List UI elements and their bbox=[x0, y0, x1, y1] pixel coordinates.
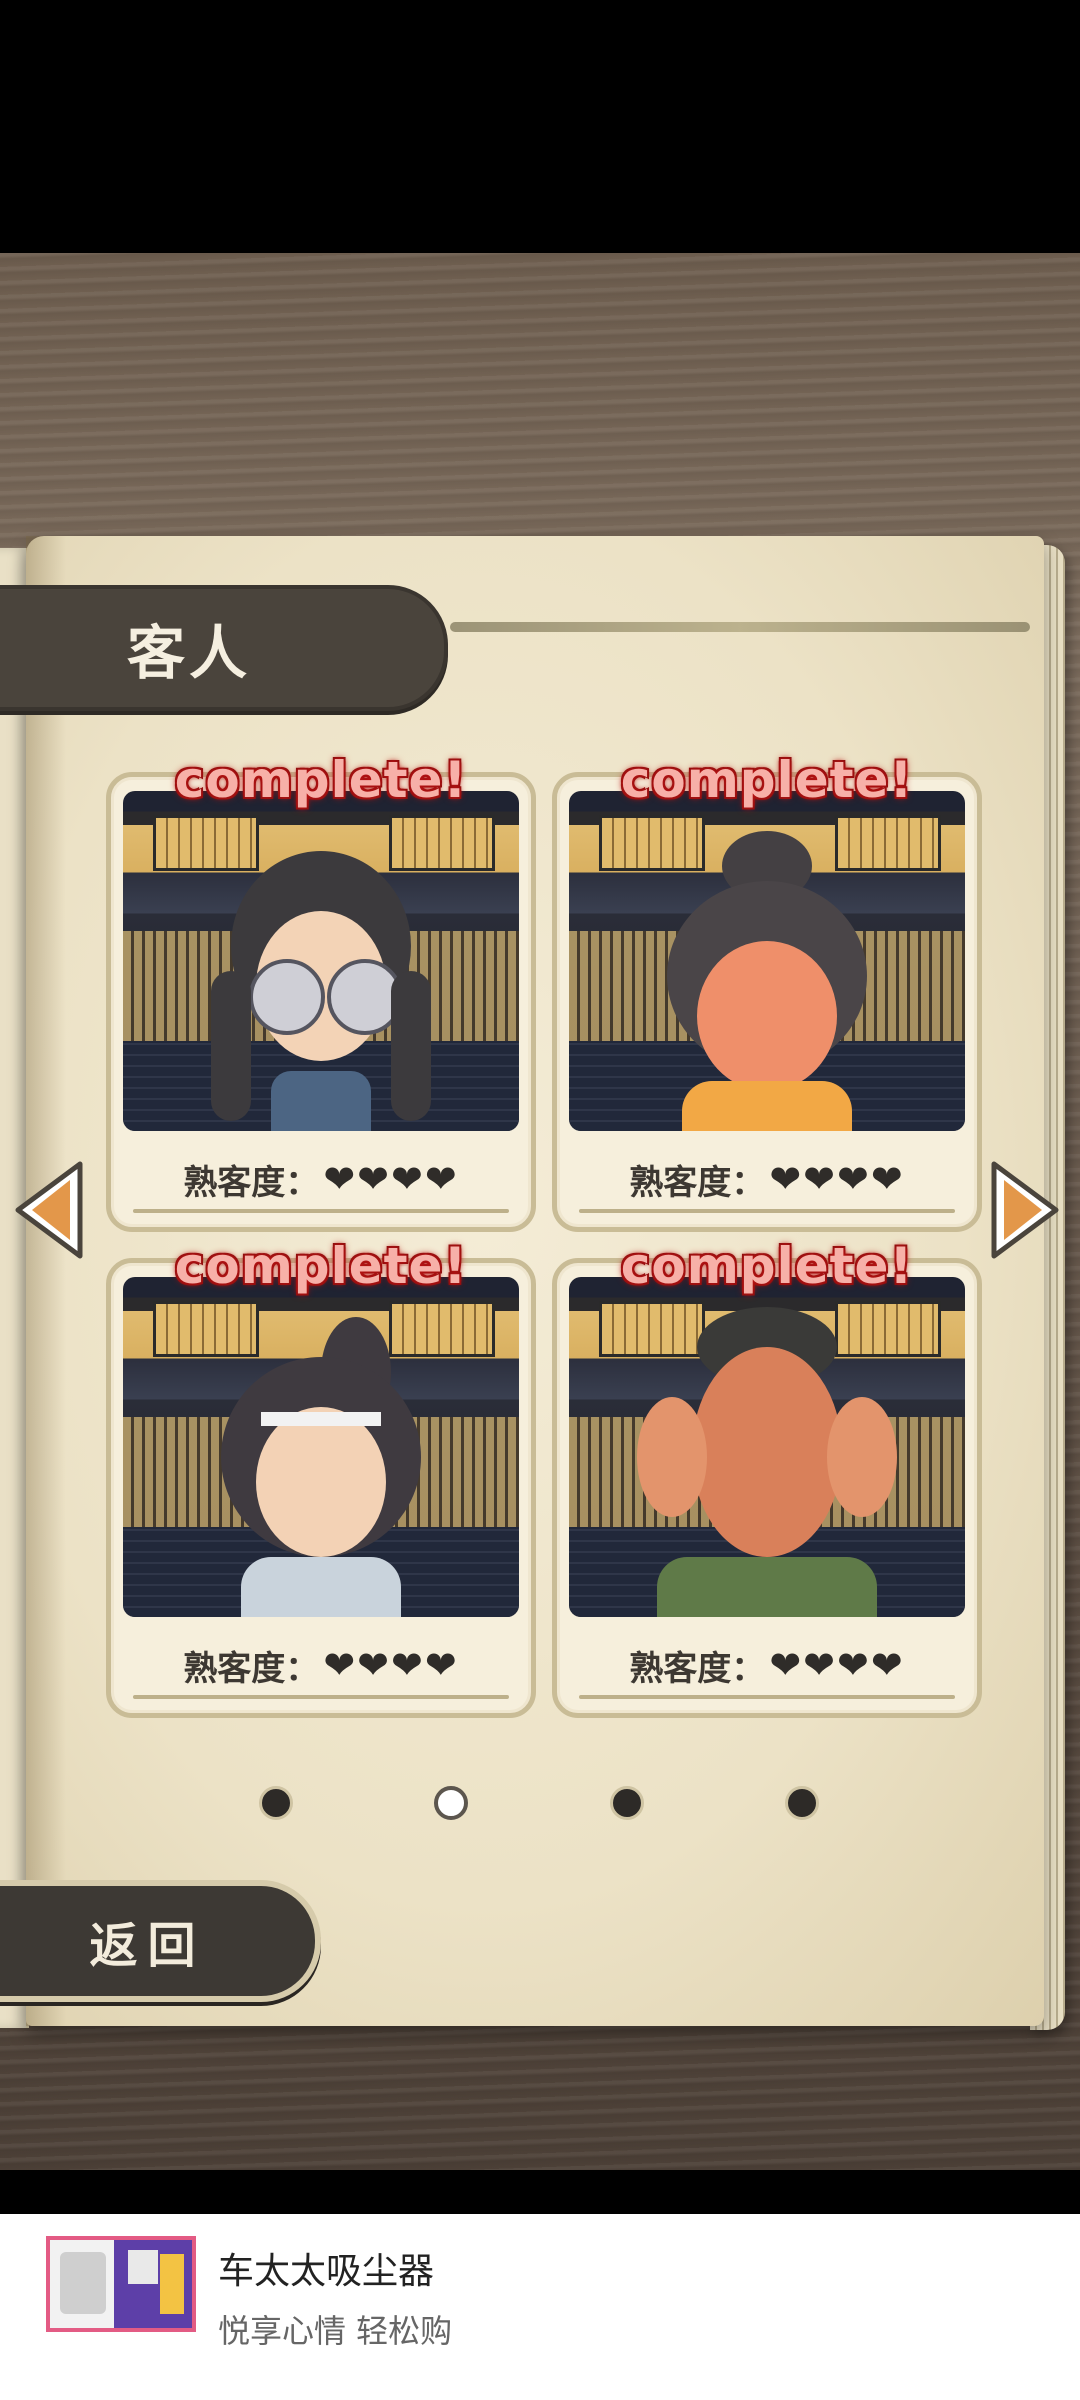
familiarity-underline bbox=[133, 1209, 509, 1213]
customer-portrait-3 bbox=[123, 1277, 519, 1617]
page-dot-4[interactable] bbox=[785, 1786, 819, 1820]
chevron-left-icon bbox=[15, 1161, 83, 1259]
chevron-right-icon bbox=[991, 1161, 1059, 1259]
customer-card-3[interactable]: complete! 熟客度： ❤❤❤❤ bbox=[106, 1237, 536, 1718]
status-bar-area bbox=[0, 0, 1080, 253]
familiarity-underline bbox=[133, 1695, 509, 1699]
familiarity-label: 熟客度： bbox=[183, 1162, 320, 1203]
heart-icons: ❤❤❤❤ bbox=[769, 1157, 905, 1201]
pagination-dots bbox=[0, 1786, 1080, 1826]
ad-thumbnail[interactable] bbox=[46, 2236, 196, 2332]
customer-card-2[interactable]: complete! 熟客度： ❤❤❤❤ bbox=[552, 751, 982, 1232]
familiarity-underline bbox=[579, 1695, 955, 1699]
heart-icons: ❤❤❤❤ bbox=[323, 1157, 459, 1201]
heart-icons: ❤❤❤❤ bbox=[323, 1643, 459, 1687]
familiarity-row: 熟客度： ❤❤❤❤ bbox=[557, 1635, 977, 1695]
customer-portrait-1 bbox=[123, 791, 519, 1131]
customer-card-1[interactable]: complete! 熟客度： ❤❤❤❤ bbox=[106, 751, 536, 1232]
next-page-button[interactable] bbox=[984, 1160, 1064, 1260]
complete-label: complete! bbox=[174, 1237, 468, 1295]
back-button-label: 返回 bbox=[89, 1918, 206, 1974]
customer-portrait-4 bbox=[569, 1277, 965, 1617]
page-dot-3[interactable] bbox=[610, 1786, 644, 1820]
familiarity-row: 熟客度： ❤❤❤❤ bbox=[111, 1635, 531, 1695]
customer-card-4[interactable]: complete! 熟客度： ❤❤❤❤ bbox=[552, 1237, 982, 1718]
complete-label: complete! bbox=[174, 751, 468, 809]
page-dot-2[interactable] bbox=[434, 1786, 468, 1820]
back-button[interactable]: 返回 bbox=[0, 1880, 321, 2002]
bottom-bar bbox=[0, 2170, 1080, 2214]
familiarity-label: 熟客度： bbox=[629, 1648, 766, 1689]
familiarity-underline bbox=[579, 1209, 955, 1213]
familiarity-label: 熟客度： bbox=[183, 1648, 320, 1689]
familiarity-label: 熟客度： bbox=[629, 1162, 766, 1203]
decorative-divider bbox=[450, 622, 1030, 632]
heart-icons: ❤❤❤❤ bbox=[769, 1643, 905, 1687]
ad-subtitle: 悦享心情 轻松购 bbox=[218, 2312, 453, 2350]
ad-banner[interactable]: 车太太吸尘器 悦享心情 轻松购 bbox=[0, 2214, 1080, 2400]
complete-label: complete! bbox=[620, 751, 914, 809]
customer-portrait-2 bbox=[569, 791, 965, 1131]
page-dot-1[interactable] bbox=[259, 1786, 293, 1820]
prev-page-button[interactable] bbox=[10, 1160, 90, 1260]
ad-title[interactable]: 车太太吸尘器 bbox=[218, 2242, 434, 2294]
familiarity-row: 熟客度： ❤❤❤❤ bbox=[111, 1149, 531, 1209]
familiarity-row: 熟客度： ❤❤❤❤ bbox=[557, 1149, 977, 1209]
complete-label: complete! bbox=[620, 1237, 914, 1295]
section-title-tab: 客人 bbox=[0, 585, 448, 711]
section-title: 客人 bbox=[126, 619, 251, 687]
